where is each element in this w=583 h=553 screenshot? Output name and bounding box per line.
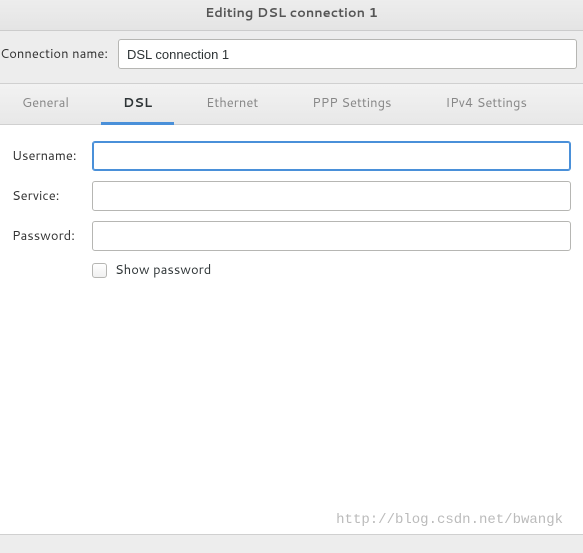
tab-dsl[interactable]: DSL: [101, 84, 174, 125]
show-password-label: Show password: [115, 261, 211, 279]
tab-bar: General DSL Ethernet PPP Settings IPv4 S…: [0, 83, 583, 125]
password-row: Password:: [12, 221, 571, 251]
tab-ipv4-settings[interactable]: IPv4 Settings: [424, 84, 549, 125]
tab-ethernet[interactable]: Ethernet: [184, 84, 280, 125]
service-label: Service:: [12, 187, 92, 205]
username-input[interactable]: [92, 141, 571, 171]
password-label: Password:: [12, 227, 92, 245]
service-row: Service:: [12, 181, 571, 211]
service-input[interactable]: [92, 181, 571, 211]
username-row: Username:: [12, 141, 571, 171]
tab-general[interactable]: General: [0, 84, 91, 125]
connection-name-input[interactable]: [118, 39, 577, 69]
window-title: Editing DSL connection 1: [0, 0, 583, 31]
username-label: Username:: [12, 147, 92, 165]
password-input[interactable]: [92, 221, 571, 251]
connection-name-label: Connection name:: [0, 45, 118, 63]
show-password-checkbox[interactable]: [92, 263, 107, 278]
dsl-form-panel: Username: Service: Password: Show passwo…: [0, 125, 583, 535]
show-password-row[interactable]: Show password: [92, 261, 571, 279]
connection-name-row: Connection name:: [0, 31, 583, 83]
tab-ppp-settings[interactable]: PPP Settings: [290, 84, 413, 125]
